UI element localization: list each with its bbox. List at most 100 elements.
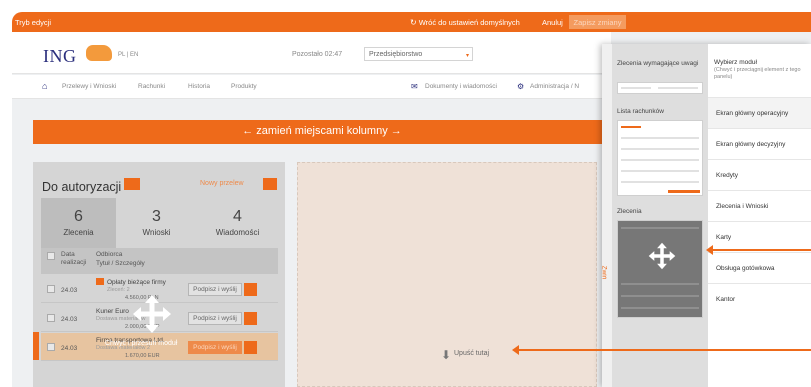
session-timer: Pozostało 02:47 [292, 51, 343, 58]
preview-line [621, 283, 699, 285]
preview-line [621, 137, 699, 139]
module-menu: Wybierz moduł (Chwyć i przeciągnij eleme… [708, 44, 811, 387]
home-icon[interactable]: ⌂ [42, 81, 47, 91]
preview-line [621, 159, 699, 161]
preview-line [621, 227, 699, 229]
col-title: Tytuł / Szczegóły [96, 260, 145, 267]
arrow-to-orders-preview [706, 245, 811, 255]
row-checkbox[interactable] [47, 343, 55, 351]
row-checkbox[interactable] [47, 285, 55, 293]
preview-line [658, 87, 698, 89]
nav-item-accounts[interactable]: Rachunki [138, 83, 165, 90]
menu-item-cards[interactable]: Karty [708, 221, 811, 252]
cancel-link[interactable]: Anuluj [542, 18, 563, 27]
menu-item-exchange[interactable]: Kantor [708, 283, 811, 314]
arrow-down-icon: ⬇ [441, 348, 452, 362]
preview-line [621, 307, 699, 309]
new-payment-link[interactable]: Nowy przelew [200, 180, 244, 187]
nav-item-documents[interactable]: Dokumenty i wiadomości [425, 83, 497, 90]
preview-line [621, 126, 641, 128]
nav-item-admin[interactable]: Administracja / N [530, 83, 579, 90]
envelope-icon: ✉ [411, 82, 418, 91]
row-date: 24.03 [61, 287, 78, 294]
table-header: Data realizacji Odbiorca Tytuł / Szczegó… [41, 248, 278, 274]
sign-send-dropdown[interactable] [244, 283, 257, 296]
preview-accounts[interactable] [617, 120, 703, 196]
menu-item-credits[interactable]: Kredyty [708, 159, 811, 190]
swap-columns-bar[interactable]: ← zamień miejscami kolumny → [33, 120, 611, 144]
bank-header: ING PL | EN Pozostało 02:47 Przedsiębior… [12, 32, 611, 74]
table-row[interactable]: 24.03 Firma transportowa Ltd. Dostawa ma… [41, 333, 278, 361]
tab-messages-count: 4 [233, 208, 242, 225]
select-all-checkbox[interactable] [47, 252, 55, 260]
tab-orders-label: Zlecenia [63, 228, 94, 237]
company-select[interactable]: Przedsiębiorstwo ▾ [364, 47, 473, 61]
module-tabs: 6 Zlecenia 3 Wnioski 4 Wiadomości [41, 198, 278, 248]
module-menu-title: Wybierz moduł [714, 59, 757, 66]
tab-requests-count: 3 [152, 208, 161, 225]
row-recipient: Kuner Euro [96, 308, 129, 315]
company-select-value: Przedsiębiorstwo [369, 51, 423, 58]
menu-item-decision[interactable]: Ekran główny decyzyjny [708, 128, 811, 159]
edit-mode-label: Tryb edycji [15, 18, 51, 27]
row-date: 24.03 [61, 345, 78, 352]
tab-orders-count: 6 [74, 208, 83, 225]
sign-send-button[interactable]: Podpisz i wyślij [188, 341, 242, 354]
authorization-module[interactable]: Do autoryzacji Nowy przelew 6 Zlecenia 3… [33, 162, 285, 387]
gear-icon: ⚙ [517, 82, 525, 91]
preview-attention[interactable] [617, 82, 703, 94]
menu-item-orders-requests[interactable]: Zlecenia i Wnioski [708, 190, 811, 221]
main-nav: ⌂ Przelewy i Wnioski Rachunki Historia P… [12, 75, 611, 99]
preview-line [621, 181, 699, 183]
row-recipient: Opłaty bieżące firmy [107, 279, 166, 286]
new-payment-dropdown[interactable] [263, 178, 277, 190]
preview-title-accounts: Lista rachunków [617, 108, 664, 115]
preview-button [668, 190, 700, 193]
tab-messages[interactable]: 4 Wiadomości [197, 198, 278, 248]
drop-zone[interactable]: ⬇ Upuść tutaj [297, 162, 597, 387]
move-icon[interactable] [132, 294, 172, 334]
tab-requests-label: Wnioski [142, 228, 171, 237]
active-row-marker [33, 332, 39, 360]
arrow-to-dropzone [512, 345, 811, 355]
row-title: Zleceń: 2 [107, 287, 130, 293]
menu-item-operational[interactable]: Ekran główny operacyjny [708, 97, 811, 128]
tab-requests[interactable]: 3 Wnioski [119, 198, 194, 248]
save-changes-button[interactable]: Zapisz zmiany [569, 15, 626, 29]
row-amount: 1.670,00 EUR [125, 353, 160, 359]
module-title: Do autoryzacji [42, 180, 122, 194]
language-switch[interactable]: PL | EN [118, 52, 138, 58]
lion-logo-icon [86, 45, 112, 61]
row-date: 24.03 [61, 316, 78, 323]
preview-line [621, 295, 699, 297]
col-recipient: Odbiorca [96, 251, 123, 258]
menu-item-cash[interactable]: Obsługa gotówkowa [708, 252, 811, 283]
module-previews: Zlecenia wymagające uwagi Lista rachunkó… [612, 44, 708, 387]
move-module-hint: Chwyć i przesuń moduł [105, 340, 178, 347]
preview-title-orders: Zlecenia [617, 208, 642, 215]
edit-mode-bar: Tryb edycji ↻ Wróć do ustawień domyślnych… [12, 12, 811, 32]
nav-item-transfers[interactable]: Przelewy i Wnioski [62, 83, 116, 90]
reset-defaults-link[interactable]: ↻ Wróć do ustawień domyślnych [410, 18, 520, 27]
module-title-dropdown[interactable] [124, 178, 140, 190]
app-frame: Tryb edycji ↻ Wróć do ustawień domyślnych… [12, 12, 811, 387]
tab-messages-label: Wiadomości [215, 228, 260, 237]
drop-zone-label: Upuść tutaj [454, 350, 490, 357]
chevron-down-icon: ▾ [465, 53, 469, 59]
sign-send-dropdown[interactable] [244, 341, 257, 354]
document-icon [96, 278, 104, 285]
tab-orders[interactable]: 6 Zlecenia [41, 198, 116, 248]
sign-send-dropdown[interactable] [244, 312, 257, 325]
collapse-label: Zwiń [600, 265, 608, 280]
collapse-panel-handle[interactable]: Zwiń [600, 44, 612, 387]
row-checkbox[interactable] [47, 314, 55, 322]
preview-line [621, 87, 651, 89]
bank-logo[interactable]: ING [43, 46, 77, 67]
nav-item-history[interactable]: Historia [188, 83, 210, 90]
sign-send-button[interactable]: Podpisz i wyślij [188, 312, 242, 325]
arrow-head-icon [512, 345, 519, 355]
preview-line [621, 148, 699, 150]
sign-send-button[interactable]: Podpisz i wyślij [188, 283, 242, 296]
move-icon[interactable] [648, 242, 676, 270]
nav-item-products[interactable]: Produkty [231, 83, 257, 90]
